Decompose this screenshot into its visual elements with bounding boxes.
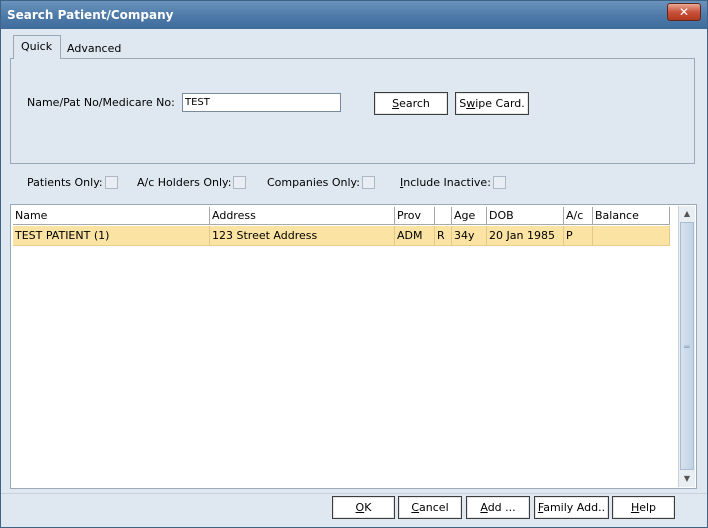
cancel-button[interactable]: Cancel	[398, 496, 462, 519]
filter-bar: Patients Only: A/c Holders Only: Compani…	[1, 171, 707, 195]
scroll-up-icon[interactable]: ▲	[679, 207, 695, 221]
tab-quick[interactable]: Quick	[13, 35, 61, 59]
quick-search-panel: Name/Pat No/Medicare No: Search Swipe Ca…	[10, 58, 695, 164]
close-button[interactable]: ✕	[667, 3, 701, 21]
footer-divider	[1, 493, 707, 494]
patients-only-filter[interactable]: Patients Only:	[27, 176, 118, 189]
ac-holders-only-checkbox[interactable]	[233, 176, 247, 189]
results-grid: Name Address Prov Age DOB A/c Balance TE…	[10, 204, 697, 489]
swipe-card-button[interactable]: Swipe Card.	[455, 92, 529, 115]
search-button[interactable]: Search	[374, 92, 448, 115]
include-inactive-filter[interactable]: Include Inactive:	[400, 176, 506, 189]
cell-dob: 20 Jan 1985	[487, 226, 564, 246]
patients-only-checkbox[interactable]	[104, 176, 118, 189]
column-header-prov[interactable]: Prov	[395, 207, 435, 225]
cell-prov: ADM	[395, 226, 435, 246]
window-title: Search Patient/Company	[7, 8, 174, 22]
cell-age: 34y	[452, 226, 487, 246]
column-header-address[interactable]: Address	[210, 207, 395, 225]
cell-address: 123 Street Address	[210, 226, 395, 246]
add-button[interactable]: Add ...	[466, 496, 530, 519]
cell-balance	[593, 226, 670, 246]
title-bar[interactable]: Search Patient/Company ✕	[1, 1, 707, 29]
vertical-scrollbar[interactable]: ▲ ═ ▼	[678, 206, 695, 487]
companies-only-checkbox[interactable]	[361, 176, 375, 189]
scroll-down-icon[interactable]: ▼	[679, 472, 695, 486]
column-header-name[interactable]: Name	[13, 207, 210, 225]
close-icon: ✕	[678, 5, 690, 19]
ac-holders-only-filter[interactable]: A/c Holders Only:	[137, 176, 247, 189]
family-add-button[interactable]: Family Add..	[534, 496, 609, 519]
help-button[interactable]: Help	[612, 496, 675, 519]
cell-flag: R	[435, 226, 452, 246]
grid-header: Name Address Prov Age DOB A/c Balance	[13, 207, 670, 225]
table-row[interactable]: TEST PATIENT (1) 123 Street Address ADM …	[13, 226, 670, 246]
column-header-age[interactable]: Age	[452, 207, 487, 225]
scroll-thumb[interactable]: ═	[680, 222, 694, 470]
companies-only-filter[interactable]: Companies Only:	[267, 176, 375, 189]
ok-button[interactable]: OK	[332, 496, 395, 519]
grip-icon: ═	[684, 343, 690, 353]
column-header-flag[interactable]	[435, 207, 452, 225]
include-inactive-checkbox[interactable]	[492, 176, 506, 189]
column-header-balance[interactable]: Balance	[593, 207, 670, 225]
search-input[interactable]	[182, 93, 341, 112]
column-header-dob[interactable]: DOB	[487, 207, 564, 225]
search-label: Name/Pat No/Medicare No:	[27, 96, 175, 109]
column-header-ac[interactable]: A/c	[564, 207, 593, 225]
search-dialog: Search Patient/Company ✕ Quick Advanced …	[0, 0, 708, 528]
cell-ac: P	[564, 226, 593, 246]
cell-name: TEST PATIENT (1)	[13, 226, 210, 246]
